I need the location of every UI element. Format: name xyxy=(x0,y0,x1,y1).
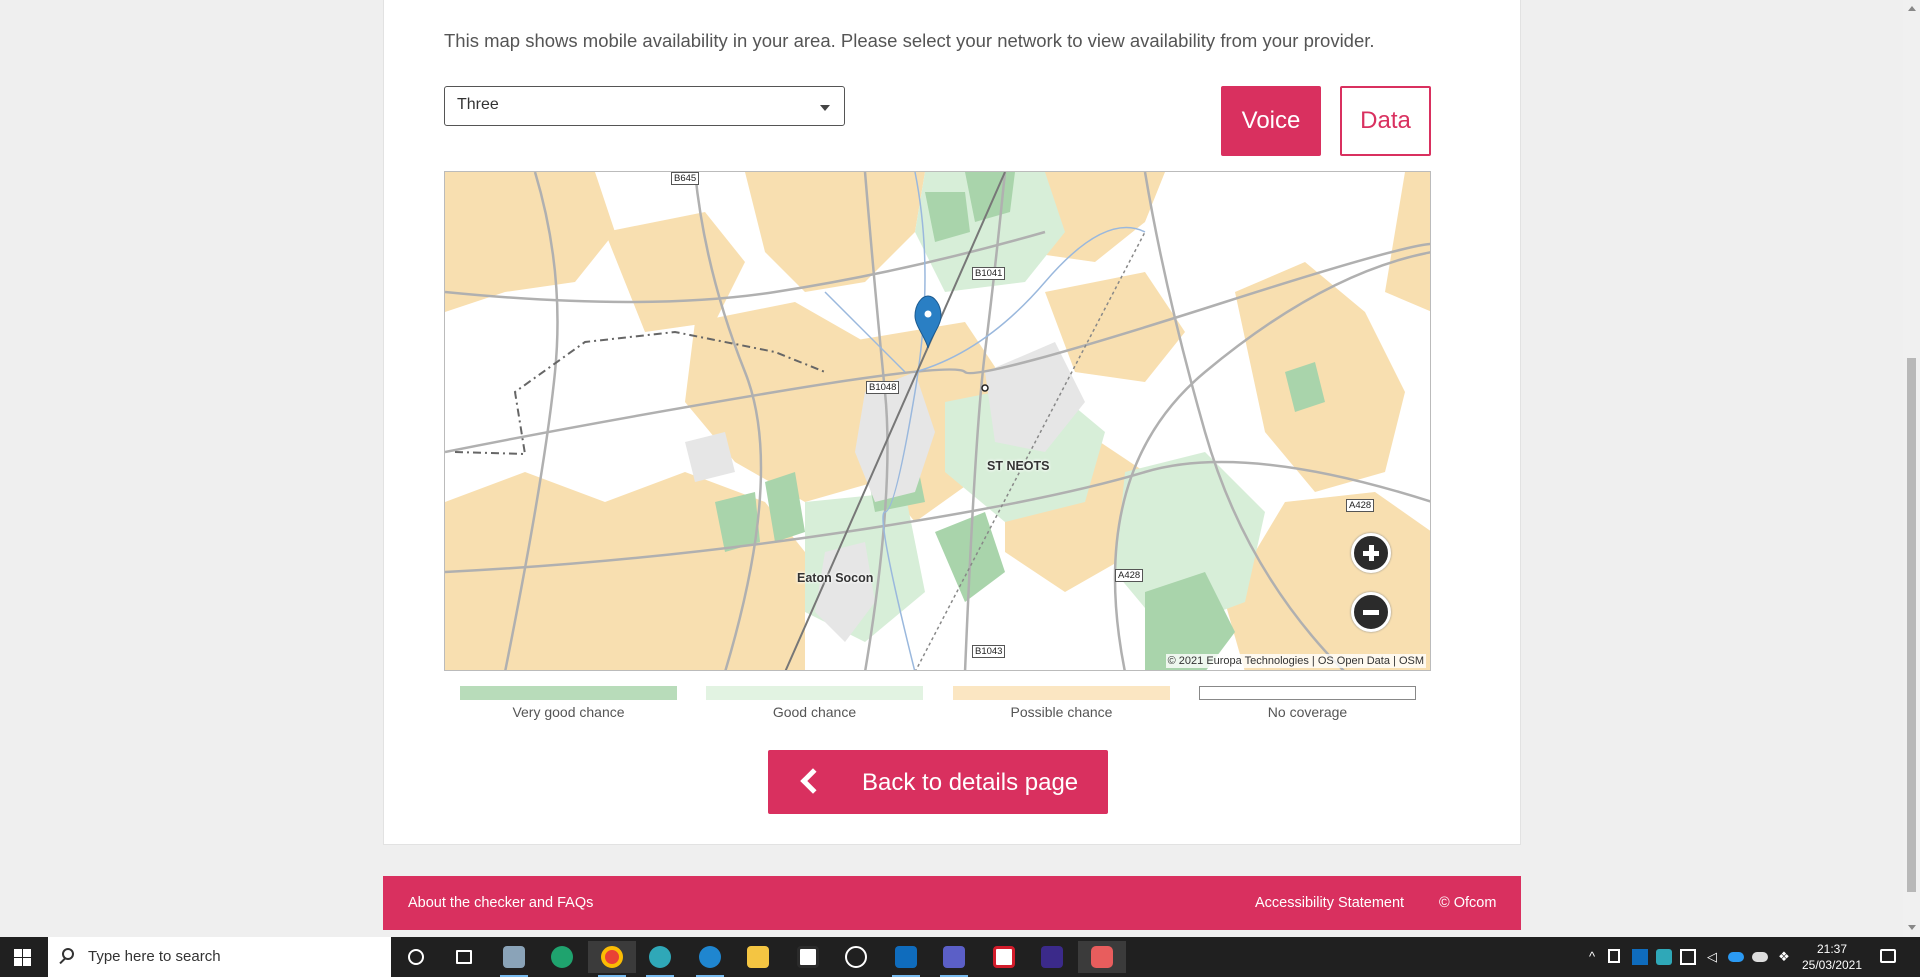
legend-swatch xyxy=(953,686,1170,700)
amazon-music-app-icon[interactable] xyxy=(1028,941,1076,973)
data-button[interactable]: Data xyxy=(1340,86,1431,156)
outlook-tray-icon[interactable] xyxy=(1632,949,1648,965)
legend-swatch xyxy=(1199,686,1416,700)
legend-label: No coverage xyxy=(1267,704,1348,720)
road-label-b1041: B1041 xyxy=(972,267,1006,280)
road-label-b1043: B1043 xyxy=(972,645,1006,658)
onedrive-personal-icon[interactable] xyxy=(1752,952,1768,962)
legend-good: Good chance xyxy=(706,686,923,720)
taskbar-clock[interactable]: 21:37 25/03/2021 xyxy=(1800,941,1864,973)
minus-icon xyxy=(1363,610,1379,615)
legend-no-coverage: No coverage xyxy=(1199,686,1416,720)
edge-beta-app-icon[interactable] xyxy=(636,941,684,977)
legend-swatch xyxy=(460,686,677,700)
tablet-icon[interactable] xyxy=(1608,949,1620,963)
edge-dev-app-icon[interactable] xyxy=(686,941,734,977)
windows-start-icon[interactable] xyxy=(14,949,31,966)
network-icon[interactable] xyxy=(1680,949,1696,965)
cortana-icon[interactable] xyxy=(392,941,440,973)
clock-date: 25/03/2021 xyxy=(1801,958,1863,972)
volume-icon[interactable]: ◁ xyxy=(1704,949,1720,965)
content-card: This map shows mobile availability in yo… xyxy=(383,0,1521,845)
place-label-eaton-socon: Eaton Socon xyxy=(797,571,874,585)
app-tray-icon[interactable] xyxy=(1656,949,1672,965)
chevron-down-icon xyxy=(820,105,830,111)
legend-swatch xyxy=(706,686,923,700)
intro-text: This map shows mobile availability in yo… xyxy=(444,30,1375,51)
road-label-b1048: B1048 xyxy=(866,381,900,394)
nrj-app-icon[interactable] xyxy=(980,941,1028,973)
file-manager-app-icon[interactable] xyxy=(490,941,538,977)
chrome-app-icon[interactable] xyxy=(588,941,636,977)
notification-center-icon[interactable] xyxy=(1880,949,1896,963)
footer-link-accessibility[interactable]: Accessibility Statement xyxy=(1255,895,1404,911)
place-label-st-neots: ST NEOTS xyxy=(987,459,1050,473)
legend-possible: Possible chance xyxy=(953,686,1170,720)
outlook-app-icon[interactable] xyxy=(882,941,930,977)
edge-app-icon[interactable] xyxy=(538,941,586,973)
teams-app-icon[interactable] xyxy=(930,941,978,977)
dropbox-icon[interactable]: ❖ xyxy=(1776,949,1792,965)
network-select[interactable]: Three xyxy=(444,86,845,126)
power-app-icon[interactable] xyxy=(832,941,880,973)
chevron-left-icon xyxy=(800,768,826,794)
legend-label: Very good chance xyxy=(512,704,625,720)
back-to-details-button[interactable]: Back to details page xyxy=(768,750,1108,814)
footer-link-about[interactable]: About the checker and FAQs xyxy=(408,895,593,911)
road-label-b645: B645 xyxy=(671,172,700,185)
zoom-in-button[interactable] xyxy=(1351,533,1391,573)
plus-icon-stroke xyxy=(1369,545,1374,561)
road-label-a428-east: A428 xyxy=(1346,499,1375,512)
road-label-a428-south: A428 xyxy=(1115,569,1144,582)
clock-time: 21:37 xyxy=(1816,942,1848,956)
search-icon xyxy=(62,948,74,960)
legend-very-good: Very good chance xyxy=(460,686,677,720)
zoom-out-button[interactable] xyxy=(1351,592,1391,632)
scroll-down-icon[interactable] xyxy=(1908,925,1916,930)
task-view-icon[interactable] xyxy=(440,941,488,973)
store-icon[interactable] xyxy=(784,941,832,973)
legend-label: Possible chance xyxy=(1010,704,1113,720)
page-scrollbar[interactable] xyxy=(1903,0,1920,937)
taskbar-search-box[interactable]: Type here to search xyxy=(48,937,391,977)
map-canvas xyxy=(445,172,1430,670)
voice-button[interactable]: Voice xyxy=(1221,86,1321,156)
snip-app-icon[interactable] xyxy=(1078,941,1126,973)
footer-copyright[interactable]: © Ofcom xyxy=(1439,895,1496,911)
file-explorer-icon[interactable] xyxy=(734,941,782,973)
scrollbar-thumb[interactable] xyxy=(1907,358,1916,892)
legend-label: Good chance xyxy=(772,704,857,720)
scroll-up-icon[interactable] xyxy=(1908,6,1916,11)
site-footer: About the checker and FAQs Accessibility… xyxy=(383,876,1521,930)
taskbar-search-placeholder: Type here to search xyxy=(88,948,221,965)
windows-taskbar: Type here to search ^ ◁ ❖ 21:37 25/03/20… xyxy=(0,937,1920,977)
back-button-label: Back to details page xyxy=(862,769,1079,796)
show-hidden-icons-icon[interactable]: ^ xyxy=(1584,949,1600,965)
onedrive-icon[interactable] xyxy=(1728,952,1744,962)
coverage-map[interactable]: B645 B1041 B1048 A428 A428 B1043 ST NEOT… xyxy=(444,171,1431,671)
network-select-value: Three xyxy=(457,96,499,113)
map-attribution: © 2021 Europa Technologies | OS Open Dat… xyxy=(1165,654,1426,668)
station-marker xyxy=(981,384,989,392)
